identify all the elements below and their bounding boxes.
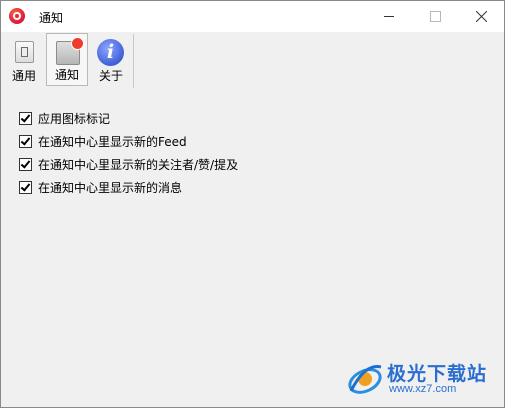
tab-about[interactable]: i 关于 — [90, 34, 132, 86]
general-switch-icon — [15, 41, 34, 63]
maximize-button[interactable] — [412, 1, 458, 32]
app-badge-checkbox[interactable] — [19, 111, 32, 125]
watermark-url: www.xz7.com — [389, 383, 457, 395]
toolbar-divider — [133, 34, 134, 88]
show-new-feed-checkbox[interactable] — [19, 134, 32, 148]
info-icon: i — [97, 39, 124, 66]
option-label: 在通知中心里显示新的Feed — [38, 134, 187, 149]
close-icon — [476, 11, 487, 22]
option-label: 在通知中心里显示新的消息 — [38, 180, 183, 195]
watermark: 极光下载站 www.xz7.com — [341, 355, 501, 401]
option-app-badge[interactable]: 应用图标标记 — [19, 110, 110, 126]
show-new-messages-checkbox[interactable] — [19, 180, 32, 194]
option-show-new-feed[interactable]: 在通知中心里显示新的Feed — [19, 133, 187, 149]
tab-notifications[interactable]: 通知 — [46, 33, 88, 86]
watermark-logo-icon — [348, 365, 382, 394]
watermark-title: 极光下载站 — [387, 363, 488, 385]
tab-notifications-label: 通知 — [54, 68, 79, 82]
option-label: 应用图标标记 — [38, 111, 111, 126]
toolbar: 通用 通知 i 关于 — [1, 32, 504, 88]
option-show-new-messages[interactable]: 在通知中心里显示新的消息 — [19, 179, 182, 195]
option-label: 在通知中心里显示新的关注者/赞/提及 — [38, 157, 239, 172]
option-show-new-followers[interactable]: 在通知中心里显示新的关注者/赞/提及 — [19, 156, 238, 172]
minimize-button[interactable] — [366, 1, 412, 32]
show-new-followers-checkbox[interactable] — [19, 157, 32, 171]
app-window: 通知 通用 通知 i 关于 应用图标标记 在通知中心里显示新的Feed 在通知中… — [0, 0, 505, 408]
tab-general-label: 通用 — [11, 69, 36, 83]
tab-about-label: 关于 — [98, 69, 123, 83]
notification-badge-icon — [71, 37, 84, 50]
title-bar: 通知 — [1, 1, 504, 32]
tab-general[interactable]: 通用 — [3, 34, 45, 86]
close-button[interactable] — [458, 1, 504, 32]
app-logo-icon — [9, 8, 25, 24]
window-title: 通知 — [39, 11, 64, 25]
